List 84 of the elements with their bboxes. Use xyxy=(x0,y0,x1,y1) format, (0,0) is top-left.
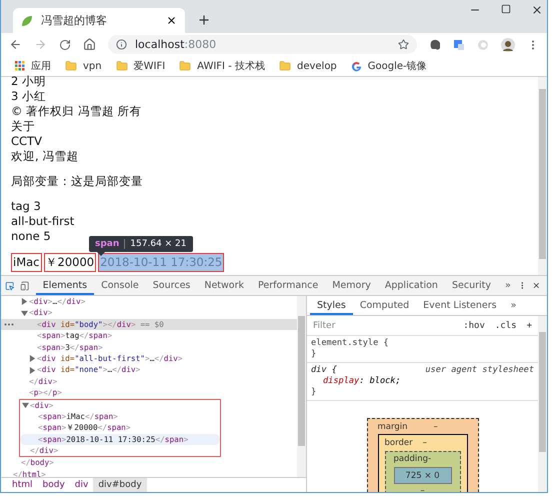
bookmark[interactable]: develop xyxy=(278,60,337,72)
collapse-arrow-icon[interactable] xyxy=(22,402,29,409)
content-box: 725 × 0 xyxy=(394,467,452,484)
page-text: 局部变量：这是局部变量 xyxy=(11,174,143,189)
page-text: © 著作权归 冯雪超 所有 xyxy=(11,104,142,119)
css-brace: } xyxy=(311,387,318,398)
page-text: 3 小红 xyxy=(11,89,46,104)
devtools-tab[interactable]: Memory xyxy=(325,276,378,295)
breadcrumb[interactable]: div xyxy=(70,478,94,492)
page-text: 欢迎, 冯雪超 xyxy=(11,149,78,164)
new-tab-icon[interactable] xyxy=(197,13,211,27)
google-icon xyxy=(350,60,362,72)
url-text: localhost:8080 xyxy=(135,38,218,51)
leaf-icon xyxy=(21,14,33,26)
box-value: – xyxy=(433,422,438,432)
inspect-icon[interactable] xyxy=(5,280,14,292)
close-icon[interactable] xyxy=(532,280,542,291)
avatar-icon[interactable] xyxy=(501,38,515,52)
page-text: tag 3 xyxy=(11,199,41,214)
browser-tab[interactable]: 冯雪超的博客 xyxy=(13,8,185,33)
rule-source: user agent stylesheet xyxy=(425,365,534,376)
scrollbar[interactable] xyxy=(297,296,306,477)
home-icon[interactable] xyxy=(83,38,96,51)
back-icon[interactable] xyxy=(9,38,22,51)
devtools-tab[interactable]: Performance xyxy=(251,276,326,295)
more-tabs-button[interactable]: » xyxy=(504,296,524,315)
devtools-tab[interactable]: Elements xyxy=(36,276,94,295)
page-text: ￥20000 xyxy=(44,253,96,272)
page-text: 2 小明 xyxy=(11,74,46,89)
folder-icon xyxy=(116,60,128,72)
more-tabs-button[interactable]: » xyxy=(498,276,518,295)
box-label: padding- xyxy=(394,454,432,464)
tab-title: 冯雪超的博客 xyxy=(41,13,108,28)
page-text: none 5 xyxy=(11,229,51,244)
device-icon[interactable] xyxy=(20,280,30,292)
collapse-arrow-icon[interactable] xyxy=(21,310,28,317)
box-label: border xyxy=(384,438,413,448)
css-brace: } xyxy=(311,349,318,360)
styles-tab[interactable]: Styles xyxy=(310,296,353,315)
devtools-tab[interactable]: Security xyxy=(444,276,498,295)
box-label: margin xyxy=(378,422,408,432)
breadcrumb[interactable]: div#body xyxy=(93,478,147,492)
page-text: 关于 xyxy=(11,119,35,134)
devtools-tab[interactable]: Application xyxy=(378,276,445,295)
star-icon[interactable] xyxy=(398,39,409,50)
scrollbar[interactable] xyxy=(538,316,547,492)
filter-button[interactable]: + xyxy=(524,320,534,330)
maximize-icon[interactable] xyxy=(501,4,511,14)
bookmark[interactable]: vpn xyxy=(65,60,102,72)
folder-icon xyxy=(65,60,77,72)
styles-tab[interactable]: Event Listeners xyxy=(416,296,504,315)
css-declaration: display: block; xyxy=(322,376,402,387)
box-value: – xyxy=(419,486,426,492)
folder-icon xyxy=(278,60,291,72)
page-text: 2018-10-11 17:30:25 xyxy=(98,253,224,272)
page-text: iMac xyxy=(11,253,42,272)
breadcrumb[interactable]: html xyxy=(7,478,38,492)
folder-icon xyxy=(179,60,192,72)
devtools-tab[interactable]: Sources xyxy=(146,276,198,295)
address-bar[interactable]: localhost:8080 xyxy=(108,35,417,54)
devtools-tab[interactable]: Network xyxy=(197,276,252,295)
css-selector: div { xyxy=(311,365,337,376)
scrollbar[interactable] xyxy=(538,77,547,275)
filter-button[interactable]: :hov xyxy=(461,320,487,330)
close-icon[interactable] xyxy=(531,4,543,16)
page-text: CCTV xyxy=(11,134,42,149)
bookmark[interactable]: 爱WIFI xyxy=(116,59,166,73)
bookmark[interactable]: AWIFI - 技术栈 xyxy=(179,59,265,73)
reload-icon[interactable] xyxy=(59,38,71,50)
styles-tab[interactable]: Computed xyxy=(352,296,416,315)
filter-button[interactable]: .cls xyxy=(492,320,519,330)
bookmark[interactable]: 应用 xyxy=(15,59,51,73)
expand-arrow-icon[interactable] xyxy=(21,298,28,306)
devtools-tab[interactable]: Console xyxy=(94,276,146,295)
translate-icon[interactable] xyxy=(453,38,465,50)
ellipsis-icon[interactable] xyxy=(4,322,14,326)
apps-grid-icon xyxy=(15,61,25,71)
info-icon xyxy=(116,39,127,50)
css-selector: element.style { xyxy=(311,338,389,349)
breadcrumb[interactable]: body xyxy=(38,478,70,492)
box-value: – xyxy=(422,438,427,448)
page-text: all-but-first xyxy=(11,214,74,229)
bookmark[interactable]: Google-镜像 xyxy=(350,59,427,73)
close-icon[interactable] xyxy=(166,15,177,26)
